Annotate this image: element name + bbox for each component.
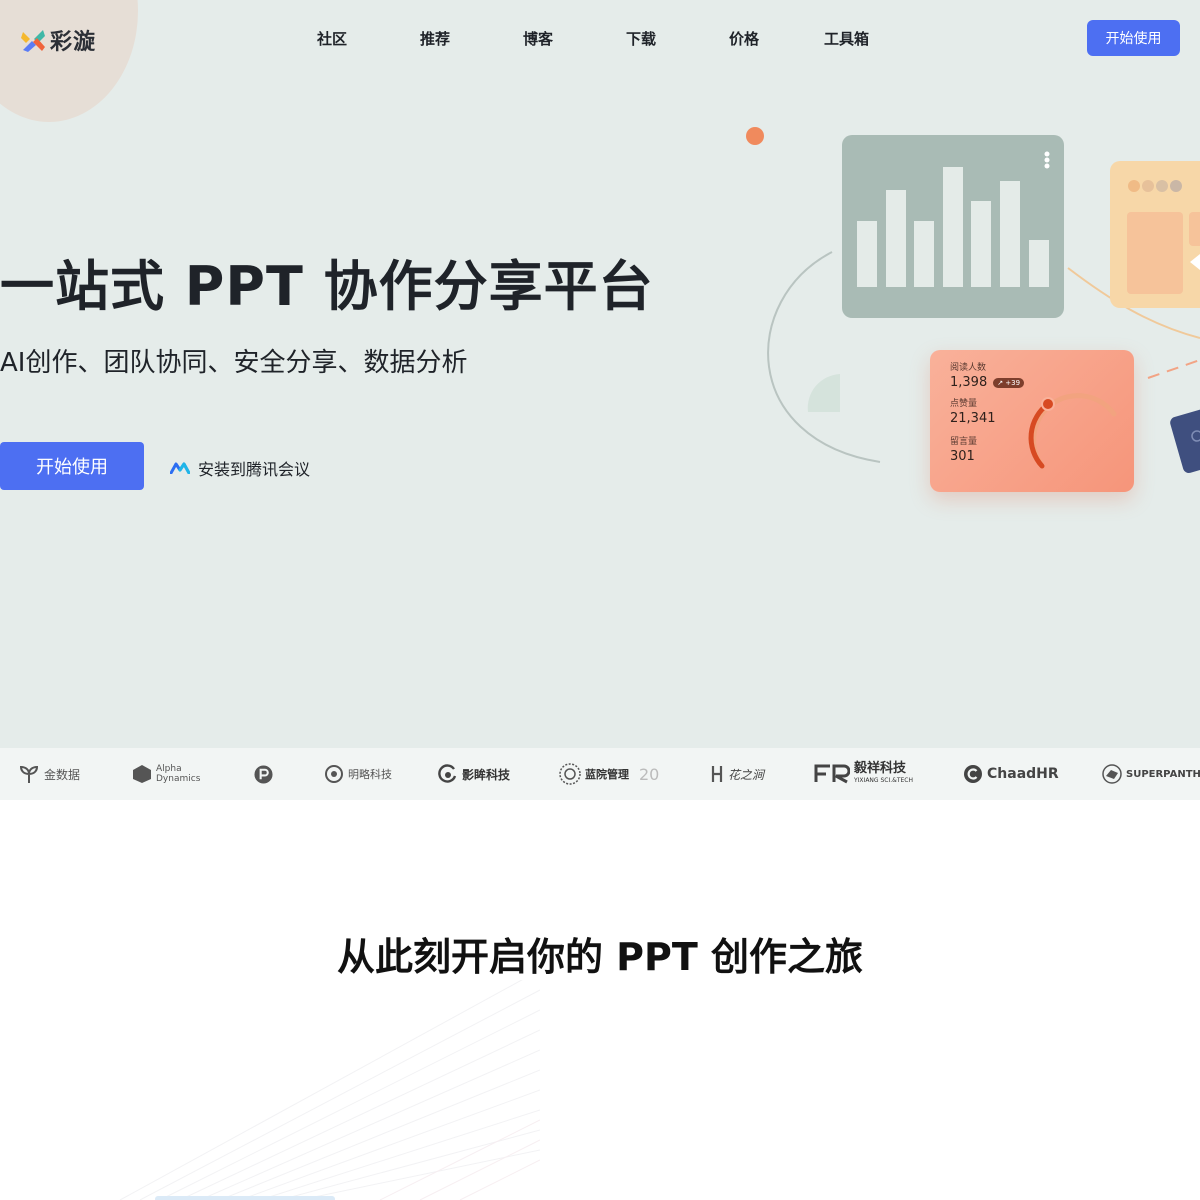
orange-dot-decoration — [746, 127, 764, 145]
reads-value: 1,398 — [950, 375, 988, 390]
partner-name: ChaadHR — [987, 766, 1059, 782]
partner-name: 影眸科技 — [462, 767, 511, 782]
partner-name: 明略科技 — [348, 768, 392, 781]
gauge-icon — [1028, 393, 1117, 469]
swirl-icon — [438, 764, 457, 783]
section-title: 从此刻开启你的 PPT 创作之旅 — [336, 935, 864, 979]
partner-p-logo — [254, 748, 273, 800]
partner-name: 毅祥科技 — [854, 761, 907, 776]
nav-item-recommend[interactable]: 推荐 — [420, 28, 450, 49]
bar-chart-card — [842, 135, 1064, 318]
hero-title: 一站式 PPT 协作分享平台 — [0, 255, 654, 318]
decorative-lines-background — [119, 980, 540, 1200]
partner-mininglamp: 明略科技 — [324, 748, 392, 800]
page: 彩漩 社区 推荐 博客 下载 价格 工具箱 开始使用 一站式 PPT 协作分享平… — [0, 0, 1200, 1200]
header-start-button[interactable]: 开始使用 — [1087, 20, 1180, 56]
nav-item-blog[interactable]: 博客 — [523, 28, 553, 49]
c-circle-icon — [964, 765, 982, 783]
leaf-decoration — [807, 374, 840, 412]
install-tencent-meeting-link[interactable]: 安装到腾讯会议 — [170, 456, 310, 480]
panther-icon — [1102, 764, 1122, 784]
install-tencent-meeting-label: 安装到腾讯会议 — [198, 460, 311, 479]
partner-jinshuju: 金数据 — [18, 748, 80, 800]
partner-name: SUPERPANTHER — [1126, 768, 1200, 780]
partner-name: 蓝院管理 — [585, 768, 629, 781]
seal-icon — [559, 763, 581, 785]
hero-start-button[interactable]: 开始使用 — [0, 442, 144, 490]
nav-item-download[interactable]: 下载 — [626, 28, 656, 49]
cube-icon — [133, 765, 151, 783]
tencent-meeting-icon — [170, 462, 190, 474]
device-card — [1170, 409, 1200, 473]
reads-label: 阅读人数 — [950, 363, 987, 373]
nav-item-community[interactable]: 社区 — [317, 28, 347, 49]
partner-chaadhr: ChaadHR — [963, 748, 1059, 800]
p-circle-icon — [254, 764, 273, 784]
partner-logo-strip: 金数据 Alpha Dynamics 明略科技 影眸科技 蓝院管理 20 花之涧 — [0, 748, 1200, 800]
nav-item-pricing[interactable]: 价格 — [729, 28, 759, 49]
sprout-icon — [19, 765, 39, 783]
partner-name: 金数据 — [44, 767, 81, 782]
partner-name-en: YIXIANG SCI.&TECH — [854, 777, 913, 784]
partner-huazhijian: 花之涧 — [710, 748, 764, 800]
reads-delta-badge: ↗ +39 — [993, 378, 1025, 388]
partner-alpha-dynamics: Alpha Dynamics — [132, 748, 208, 800]
partner-yixiang: 毅祥科技 YIXIANG SCI.&TECH — [814, 748, 913, 800]
nav-item-toolbox[interactable]: 工具箱 — [824, 28, 869, 49]
dashed-decoration — [1147, 359, 1200, 379]
partner-superpanther: SUPERPANTHER — [1102, 748, 1200, 800]
team-card — [1110, 161, 1200, 308]
h-mark-icon — [711, 766, 723, 782]
hero-subtitle: AI创作、团队协同、安全分享、数据分析 — [0, 348, 468, 378]
partner-lanyuan: 蓝院管理 20 — [559, 748, 659, 800]
fr-mark-icon — [814, 764, 850, 784]
partner-name: 花之涧 — [728, 767, 765, 782]
partner-anniversary: 20 — [639, 764, 660, 784]
partial-card-edge — [155, 1196, 335, 1200]
decorative-blob — [0, 0, 138, 122]
partner-name: Alpha Dynamics — [156, 764, 201, 784]
ring-icon — [325, 765, 343, 783]
hero-section: 彩漩 社区 推荐 博客 下载 价格 工具箱 开始使用 一站式 PPT 协作分享平… — [0, 0, 1200, 748]
partner-yingmou: 影眸科技 — [438, 748, 510, 800]
stats-card: 阅读人数 1,398 ↗ +39 点赞量 21,341 留言量 301 — [930, 350, 1134, 492]
main-nav: 社区 推荐 博客 下载 价格 工具箱 — [0, 28, 1200, 50]
partner-text: 毅祥科技 YIXIANG SCI.&TECH — [854, 762, 913, 786]
